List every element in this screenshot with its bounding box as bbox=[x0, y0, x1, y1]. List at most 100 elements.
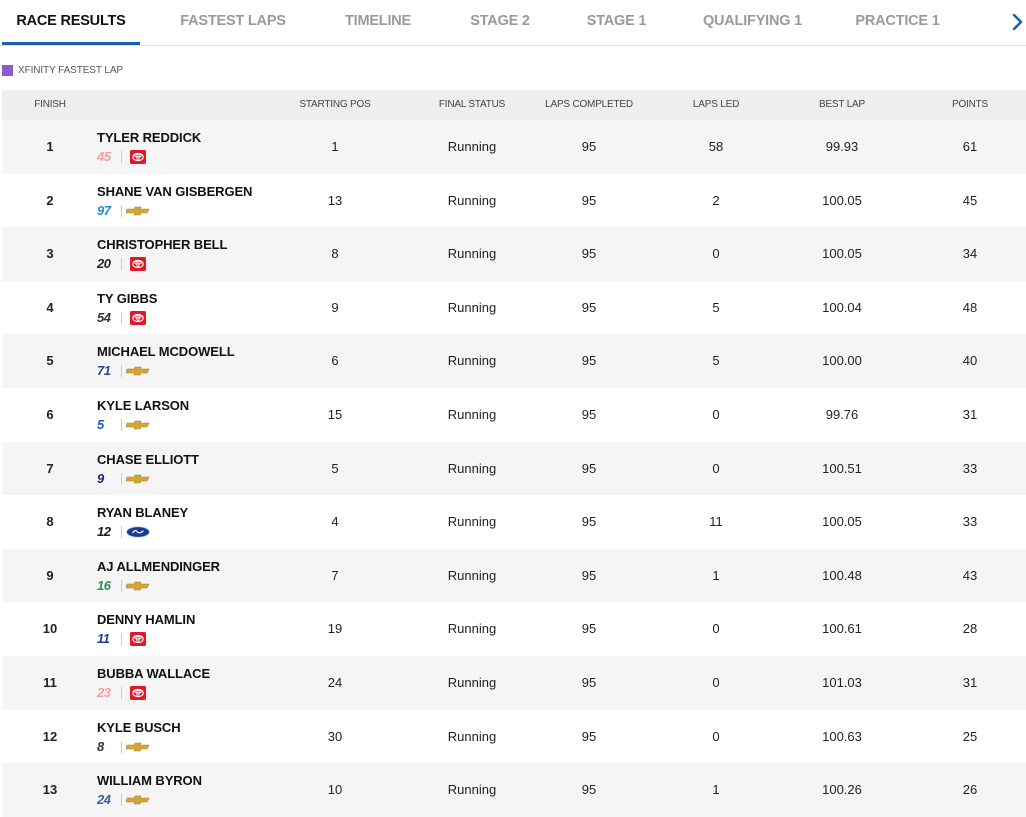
points: 43 bbox=[962, 567, 978, 583]
final-status: Running bbox=[447, 353, 497, 369]
driver-name[interactable]: TYLER REDDICK bbox=[97, 130, 201, 146]
tab-timeline[interactable]: TIMELINE bbox=[328, 0, 428, 44]
car-number: 24 bbox=[97, 792, 111, 808]
fastest-lap-legend: XFINITY FASTEST LAP bbox=[2, 64, 123, 76]
tab-fastest-laps[interactable]: FASTEST LAPS bbox=[168, 0, 298, 44]
toyota-logo-icon bbox=[130, 150, 146, 164]
driver-name[interactable]: RYAN BLANEY bbox=[97, 505, 188, 521]
table-row[interactable]: 10 DENNY HAMLIN 11 19 Running 95 0 100.61 28 bbox=[2, 602, 1026, 656]
points: 33 bbox=[962, 460, 978, 476]
starting-pos: 4 bbox=[331, 514, 339, 530]
table-body: 1 TYLER REDDICK 45 1 Running 95 58 99.93 61 2 SHAN… bbox=[2, 120, 1026, 817]
tab-stage-1[interactable]: STAGE 1 bbox=[574, 0, 659, 44]
laps-completed: 95 bbox=[581, 353, 597, 369]
table-row[interactable]: 5 MICHAEL MCDOWELL 71 6 Running 95 5 100.00 40 bbox=[2, 334, 1026, 388]
final-status: Running bbox=[447, 139, 497, 154]
driver-name[interactable]: CHASE ELLIOTT bbox=[97, 452, 199, 468]
table-row[interactable]: 11 BUBBA WALLACE 23 24 Running 95 0 101.03 31 bbox=[2, 655, 1026, 710]
meta-divider bbox=[121, 365, 122, 378]
table-row[interactable]: 9 AJ ALLMENDINGER 16 7 Running 95 1 100.48 43 bbox=[2, 548, 1026, 603]
finish-position: 5 bbox=[46, 353, 54, 369]
final-status: Running bbox=[447, 514, 497, 530]
chevron-right-icon[interactable] bbox=[1006, 8, 1026, 36]
driver-name[interactable]: KYLE LARSON bbox=[97, 398, 189, 414]
chevrolet-bowtie-icon bbox=[126, 206, 150, 215]
table-row[interactable]: 2 SHANE VAN GISBERGEN 97 13 Running 95 2 100.05… bbox=[2, 174, 1026, 228]
laps-completed: 95 bbox=[581, 728, 597, 744]
laps-led: 0 bbox=[712, 406, 720, 422]
driver-cell: DENNY HAMLIN 11 bbox=[97, 612, 195, 647]
starting-pos: 24 bbox=[327, 674, 343, 690]
starting-pos: 19 bbox=[327, 621, 343, 637]
driver-meta: 97 bbox=[97, 203, 252, 219]
laps-completed: 95 bbox=[581, 139, 597, 154]
final-status: Running bbox=[447, 782, 497, 798]
finish-position: 1 bbox=[46, 139, 54, 154]
starting-pos: 13 bbox=[327, 192, 343, 208]
ford-oval-icon bbox=[126, 526, 150, 538]
driver-name[interactable]: KYLE BUSCH bbox=[97, 720, 181, 736]
tab-race-results[interactable]: RACE RESULTS bbox=[2, 0, 140, 45]
table-row[interactable]: 1 TYLER REDDICK 45 1 Running 95 58 99.93 61 bbox=[2, 120, 1026, 174]
driver-name[interactable]: AJ ALLMENDINGER bbox=[97, 559, 220, 575]
meta-divider bbox=[121, 258, 122, 271]
header-finish: FINISH bbox=[34, 99, 66, 110]
table-row[interactable]: 7 CHASE ELLIOTT 9 5 Running 95 0 100.51 33 bbox=[2, 441, 1026, 496]
header-laps-completed: LAPS COMPLETED bbox=[545, 99, 633, 110]
best-lap: 100.00 bbox=[822, 353, 862, 369]
driver-meta: 12 bbox=[97, 524, 188, 540]
laps-led: 5 bbox=[712, 353, 720, 369]
starting-pos: 10 bbox=[327, 782, 343, 798]
driver-cell: KYLE LARSON 5 bbox=[97, 398, 189, 433]
driver-name[interactable]: SHANE VAN GISBERGEN bbox=[97, 184, 252, 200]
driver-meta: 24 bbox=[97, 792, 202, 808]
tab-qualifying-1[interactable]: QUALIFYING 1 bbox=[690, 0, 815, 44]
driver-name[interactable]: CHRISTOPHER BELL bbox=[97, 237, 227, 253]
car-number: 5 bbox=[97, 416, 104, 432]
table-row[interactable]: 6 KYLE LARSON 5 15 Running 95 0 99.76 31 bbox=[2, 388, 1026, 442]
final-status: Running bbox=[447, 728, 497, 744]
chevrolet-bowtie-icon bbox=[126, 742, 150, 751]
car-number: 11 bbox=[97, 631, 110, 647]
points: 31 bbox=[962, 674, 978, 690]
points: 31 bbox=[962, 406, 978, 422]
toyota-logo-icon bbox=[130, 310, 146, 325]
points: 34 bbox=[962, 246, 978, 262]
laps-led: 0 bbox=[712, 246, 720, 262]
driver-name[interactable]: MICHAEL MCDOWELL bbox=[97, 344, 235, 360]
laps-led: 0 bbox=[712, 674, 720, 690]
driver-cell: BUBBA WALLACE 23 bbox=[97, 666, 210, 701]
best-lap: 100.26 bbox=[822, 782, 862, 798]
laps-completed: 95 bbox=[581, 621, 597, 637]
tab-practice-1[interactable]: PRACTICE 1 bbox=[845, 0, 950, 44]
driver-cell: AJ ALLMENDINGER 16 bbox=[97, 559, 220, 594]
starting-pos: 8 bbox=[331, 246, 339, 262]
table-row[interactable]: 3 CHRISTOPHER BELL 20 8 Running 95 0 100.05 34 bbox=[2, 227, 1026, 281]
driver-cell: RYAN BLANEY 12 bbox=[97, 505, 188, 540]
driver-name[interactable]: TY GIBBS bbox=[97, 291, 157, 307]
laps-completed: 95 bbox=[581, 299, 597, 315]
laps-led: 1 bbox=[712, 567, 720, 583]
tab-stage-2[interactable]: STAGE 2 bbox=[455, 0, 545, 44]
driver-name[interactable]: BUBBA WALLACE bbox=[97, 666, 210, 682]
starting-pos: 6 bbox=[331, 353, 339, 369]
driver-meta: 9 bbox=[97, 471, 199, 487]
chevrolet-bowtie-icon bbox=[126, 420, 150, 430]
toyota-logo-icon bbox=[130, 257, 146, 272]
driver-name[interactable]: DENNY HAMLIN bbox=[97, 612, 195, 628]
laps-completed: 95 bbox=[581, 406, 597, 422]
driver-name[interactable]: WILLIAM BYRON bbox=[97, 773, 202, 789]
table-row[interactable]: 4 TY GIBBS 54 9 Running 95 5 100.04 48 bbox=[2, 281, 1026, 335]
driver-cell: KYLE BUSCH 8 bbox=[97, 720, 181, 755]
finish-position: 3 bbox=[46, 246, 54, 262]
table-row[interactable]: 13 WILLIAM BYRON 24 10 Running 95 1 100.26 26 bbox=[2, 763, 1026, 817]
starting-pos: 30 bbox=[327, 728, 343, 744]
meta-divider bbox=[121, 526, 122, 539]
meta-divider bbox=[121, 579, 122, 592]
table-row[interactable]: 8 RYAN BLANEY 12 4 Running 95 11 100.05 33 bbox=[2, 495, 1026, 549]
meta-divider bbox=[121, 633, 122, 646]
meta-divider bbox=[121, 472, 122, 485]
table-row[interactable]: 12 KYLE BUSCH 8 30 Running 95 0 100.63 25 bbox=[2, 710, 1026, 764]
driver-meta: 8 bbox=[97, 739, 181, 755]
car-number: 54 bbox=[97, 309, 111, 325]
